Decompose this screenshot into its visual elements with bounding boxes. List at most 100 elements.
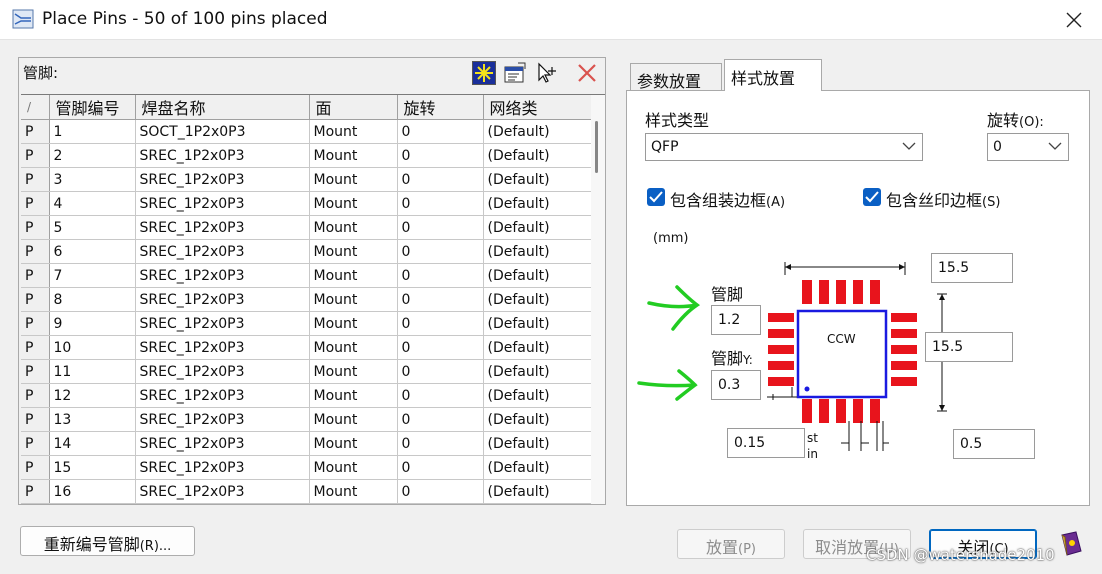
cell-pad-name[interactable]: SREC_1P2x0P3 bbox=[135, 287, 310, 312]
cell-net-class[interactable]: (Default) bbox=[483, 215, 592, 240]
cell-side[interactable]: Mount bbox=[309, 239, 398, 264]
table-row[interactable]: P 15 SREC_1P2x0P3 Mount 0 (Default) bbox=[21, 455, 592, 480]
cell-side[interactable]: Mount bbox=[309, 335, 398, 360]
cell-pin-number[interactable]: 8 bbox=[49, 287, 136, 312]
renumber-pins-button[interactable]: 重新编号管脚(R)... bbox=[20, 526, 195, 556]
cell-placed[interactable]: P bbox=[21, 119, 50, 144]
cell-rotation[interactable]: 0 bbox=[397, 335, 484, 360]
table-row[interactable]: P 8 SREC_1P2x0P3 Mount 0 (Default) bbox=[21, 287, 592, 312]
table-row[interactable]: P 5 SREC_1P2x0P3 Mount 0 (Default) bbox=[21, 215, 592, 240]
cell-net-class[interactable]: (Default) bbox=[483, 287, 592, 312]
table-row[interactable]: P 2 SREC_1P2x0P3 Mount 0 (Default) bbox=[21, 143, 592, 168]
cell-rotation[interactable]: 0 bbox=[397, 215, 484, 240]
cell-net-class[interactable]: (Default) bbox=[483, 167, 592, 192]
select-pins-icon[interactable] bbox=[535, 61, 559, 85]
cell-pad-name[interactable]: SOCT_1P2x0P3 bbox=[135, 119, 310, 144]
cell-net-class[interactable]: (Default) bbox=[483, 383, 592, 408]
cell-placed[interactable]: P bbox=[21, 167, 50, 192]
cell-pad-name[interactable]: SREC_1P2x0P3 bbox=[135, 239, 310, 264]
cell-rotation[interactable]: 0 bbox=[397, 191, 484, 216]
cell-placed[interactable]: P bbox=[21, 479, 50, 504]
cell-net-class[interactable]: (Default) bbox=[483, 407, 592, 432]
cell-placed[interactable]: P bbox=[21, 431, 50, 456]
tab-param-placement[interactable]: 参数放置 bbox=[630, 63, 722, 91]
cell-placed[interactable]: P bbox=[21, 263, 50, 288]
cell-net-class[interactable]: (Default) bbox=[483, 119, 592, 144]
cell-pad-name[interactable]: SREC_1P2x0P3 bbox=[135, 167, 310, 192]
cell-rotation[interactable]: 0 bbox=[397, 407, 484, 432]
cell-side[interactable]: Mount bbox=[309, 215, 398, 240]
cell-net-class[interactable]: (Default) bbox=[483, 239, 592, 264]
cell-pin-number[interactable]: 5 bbox=[49, 215, 136, 240]
cell-rotation[interactable]: 0 bbox=[397, 383, 484, 408]
cell-pin-number[interactable]: 7 bbox=[49, 263, 136, 288]
cell-pad-name[interactable]: SREC_1P2x0P3 bbox=[135, 455, 310, 480]
cell-placed[interactable]: P bbox=[21, 359, 50, 384]
pin-length-input[interactable]: 1.2 bbox=[711, 305, 761, 335]
cell-placed[interactable]: P bbox=[21, 287, 50, 312]
table-row[interactable]: P 16 SREC_1P2x0P3 Mount 0 (Default) bbox=[21, 479, 592, 504]
pins-table-scrollbar[interactable] bbox=[591, 95, 605, 504]
cell-side[interactable]: Mount bbox=[309, 263, 398, 288]
cell-rotation[interactable]: 0 bbox=[397, 263, 484, 288]
table-row[interactable]: P 11 SREC_1P2x0P3 Mount 0 (Default) bbox=[21, 359, 592, 384]
cell-side[interactable]: Mount bbox=[309, 359, 398, 384]
cell-net-class[interactable]: (Default) bbox=[483, 143, 592, 168]
cell-rotation[interactable]: 0 bbox=[397, 359, 484, 384]
cell-pin-number[interactable]: 1 bbox=[49, 119, 136, 144]
cell-pad-name[interactable]: SREC_1P2x0P3 bbox=[135, 359, 310, 384]
cell-pad-name[interactable]: SREC_1P2x0P3 bbox=[135, 407, 310, 432]
cell-rotation[interactable]: 0 bbox=[397, 311, 484, 336]
table-row[interactable]: P 13 SREC_1P2x0P3 Mount 0 (Default) bbox=[21, 407, 592, 432]
scrollbar-thumb[interactable] bbox=[595, 121, 598, 173]
cell-pad-name[interactable]: SREC_1P2x0P3 bbox=[135, 431, 310, 456]
body-width-input[interactable]: 15.5 bbox=[931, 253, 1013, 283]
cell-pin-number[interactable]: 4 bbox=[49, 191, 136, 216]
cell-placed[interactable]: P bbox=[21, 335, 50, 360]
cell-side[interactable]: Mount bbox=[309, 119, 398, 144]
cell-rotation[interactable]: 0 bbox=[397, 431, 484, 456]
cell-side[interactable]: Mount bbox=[309, 143, 398, 168]
cell-placed[interactable]: P bbox=[21, 239, 50, 264]
cell-pin-number[interactable]: 12 bbox=[49, 383, 136, 408]
cell-rotation[interactable]: 0 bbox=[397, 455, 484, 480]
cell-pin-number[interactable]: 3 bbox=[49, 167, 136, 192]
pin-spacing-input[interactable]: 0.15 bbox=[727, 428, 805, 458]
cell-pad-name[interactable]: SREC_1P2x0P3 bbox=[135, 479, 310, 504]
cell-placed[interactable]: P bbox=[21, 191, 50, 216]
place-button[interactable]: 放置(P) bbox=[677, 529, 785, 559]
cell-net-class[interactable]: (Default) bbox=[483, 263, 592, 288]
cell-pin-number[interactable]: 9 bbox=[49, 311, 136, 336]
column-header-net-class[interactable]: 网络类 bbox=[483, 95, 592, 120]
close-window-button[interactable] bbox=[1058, 4, 1090, 36]
cell-pin-number[interactable]: 2 bbox=[49, 143, 136, 168]
cell-pin-number[interactable]: 6 bbox=[49, 239, 136, 264]
cell-net-class[interactable]: (Default) bbox=[483, 335, 592, 360]
cell-side[interactable]: Mount bbox=[309, 431, 398, 456]
table-row[interactable]: P 1 SOCT_1P2x0P3 Mount 0 (Default) bbox=[21, 119, 592, 144]
table-row[interactable]: P 12 SREC_1P2x0P3 Mount 0 (Default) bbox=[21, 383, 592, 408]
cell-pad-name[interactable]: SREC_1P2x0P3 bbox=[135, 191, 310, 216]
cell-pad-name[interactable]: SREC_1P2x0P3 bbox=[135, 383, 310, 408]
cell-net-class[interactable]: (Default) bbox=[483, 431, 592, 456]
cell-net-class[interactable]: (Default) bbox=[483, 311, 592, 336]
table-row[interactable]: P 9 SREC_1P2x0P3 Mount 0 (Default) bbox=[21, 311, 592, 336]
column-header-pin-number[interactable]: 管脚编号 bbox=[49, 95, 136, 120]
cell-placed[interactable]: P bbox=[21, 455, 50, 480]
table-row[interactable]: P 10 SREC_1P2x0P3 Mount 0 (Default) bbox=[21, 335, 592, 360]
cell-side[interactable]: Mount bbox=[309, 287, 398, 312]
cell-side[interactable]: Mount bbox=[309, 479, 398, 504]
body-height-input[interactable]: 15.5 bbox=[925, 332, 1013, 362]
table-row[interactable]: P 14 SREC_1P2x0P3 Mount 0 (Default) bbox=[21, 431, 592, 456]
cell-pin-number[interactable]: 10 bbox=[49, 335, 136, 360]
delete-icon[interactable] bbox=[575, 61, 599, 85]
cell-side[interactable]: Mount bbox=[309, 383, 398, 408]
cell-pad-name[interactable]: SREC_1P2x0P3 bbox=[135, 143, 310, 168]
cell-side[interactable]: Mount bbox=[309, 455, 398, 480]
cell-placed[interactable]: P bbox=[21, 143, 50, 168]
table-row[interactable]: P 3 SREC_1P2x0P3 Mount 0 (Default) bbox=[21, 167, 592, 192]
auto-place-icon[interactable] bbox=[472, 61, 496, 85]
cell-pin-number[interactable]: 14 bbox=[49, 431, 136, 456]
cell-placed[interactable]: P bbox=[21, 215, 50, 240]
cell-pin-number[interactable]: 11 bbox=[49, 359, 136, 384]
